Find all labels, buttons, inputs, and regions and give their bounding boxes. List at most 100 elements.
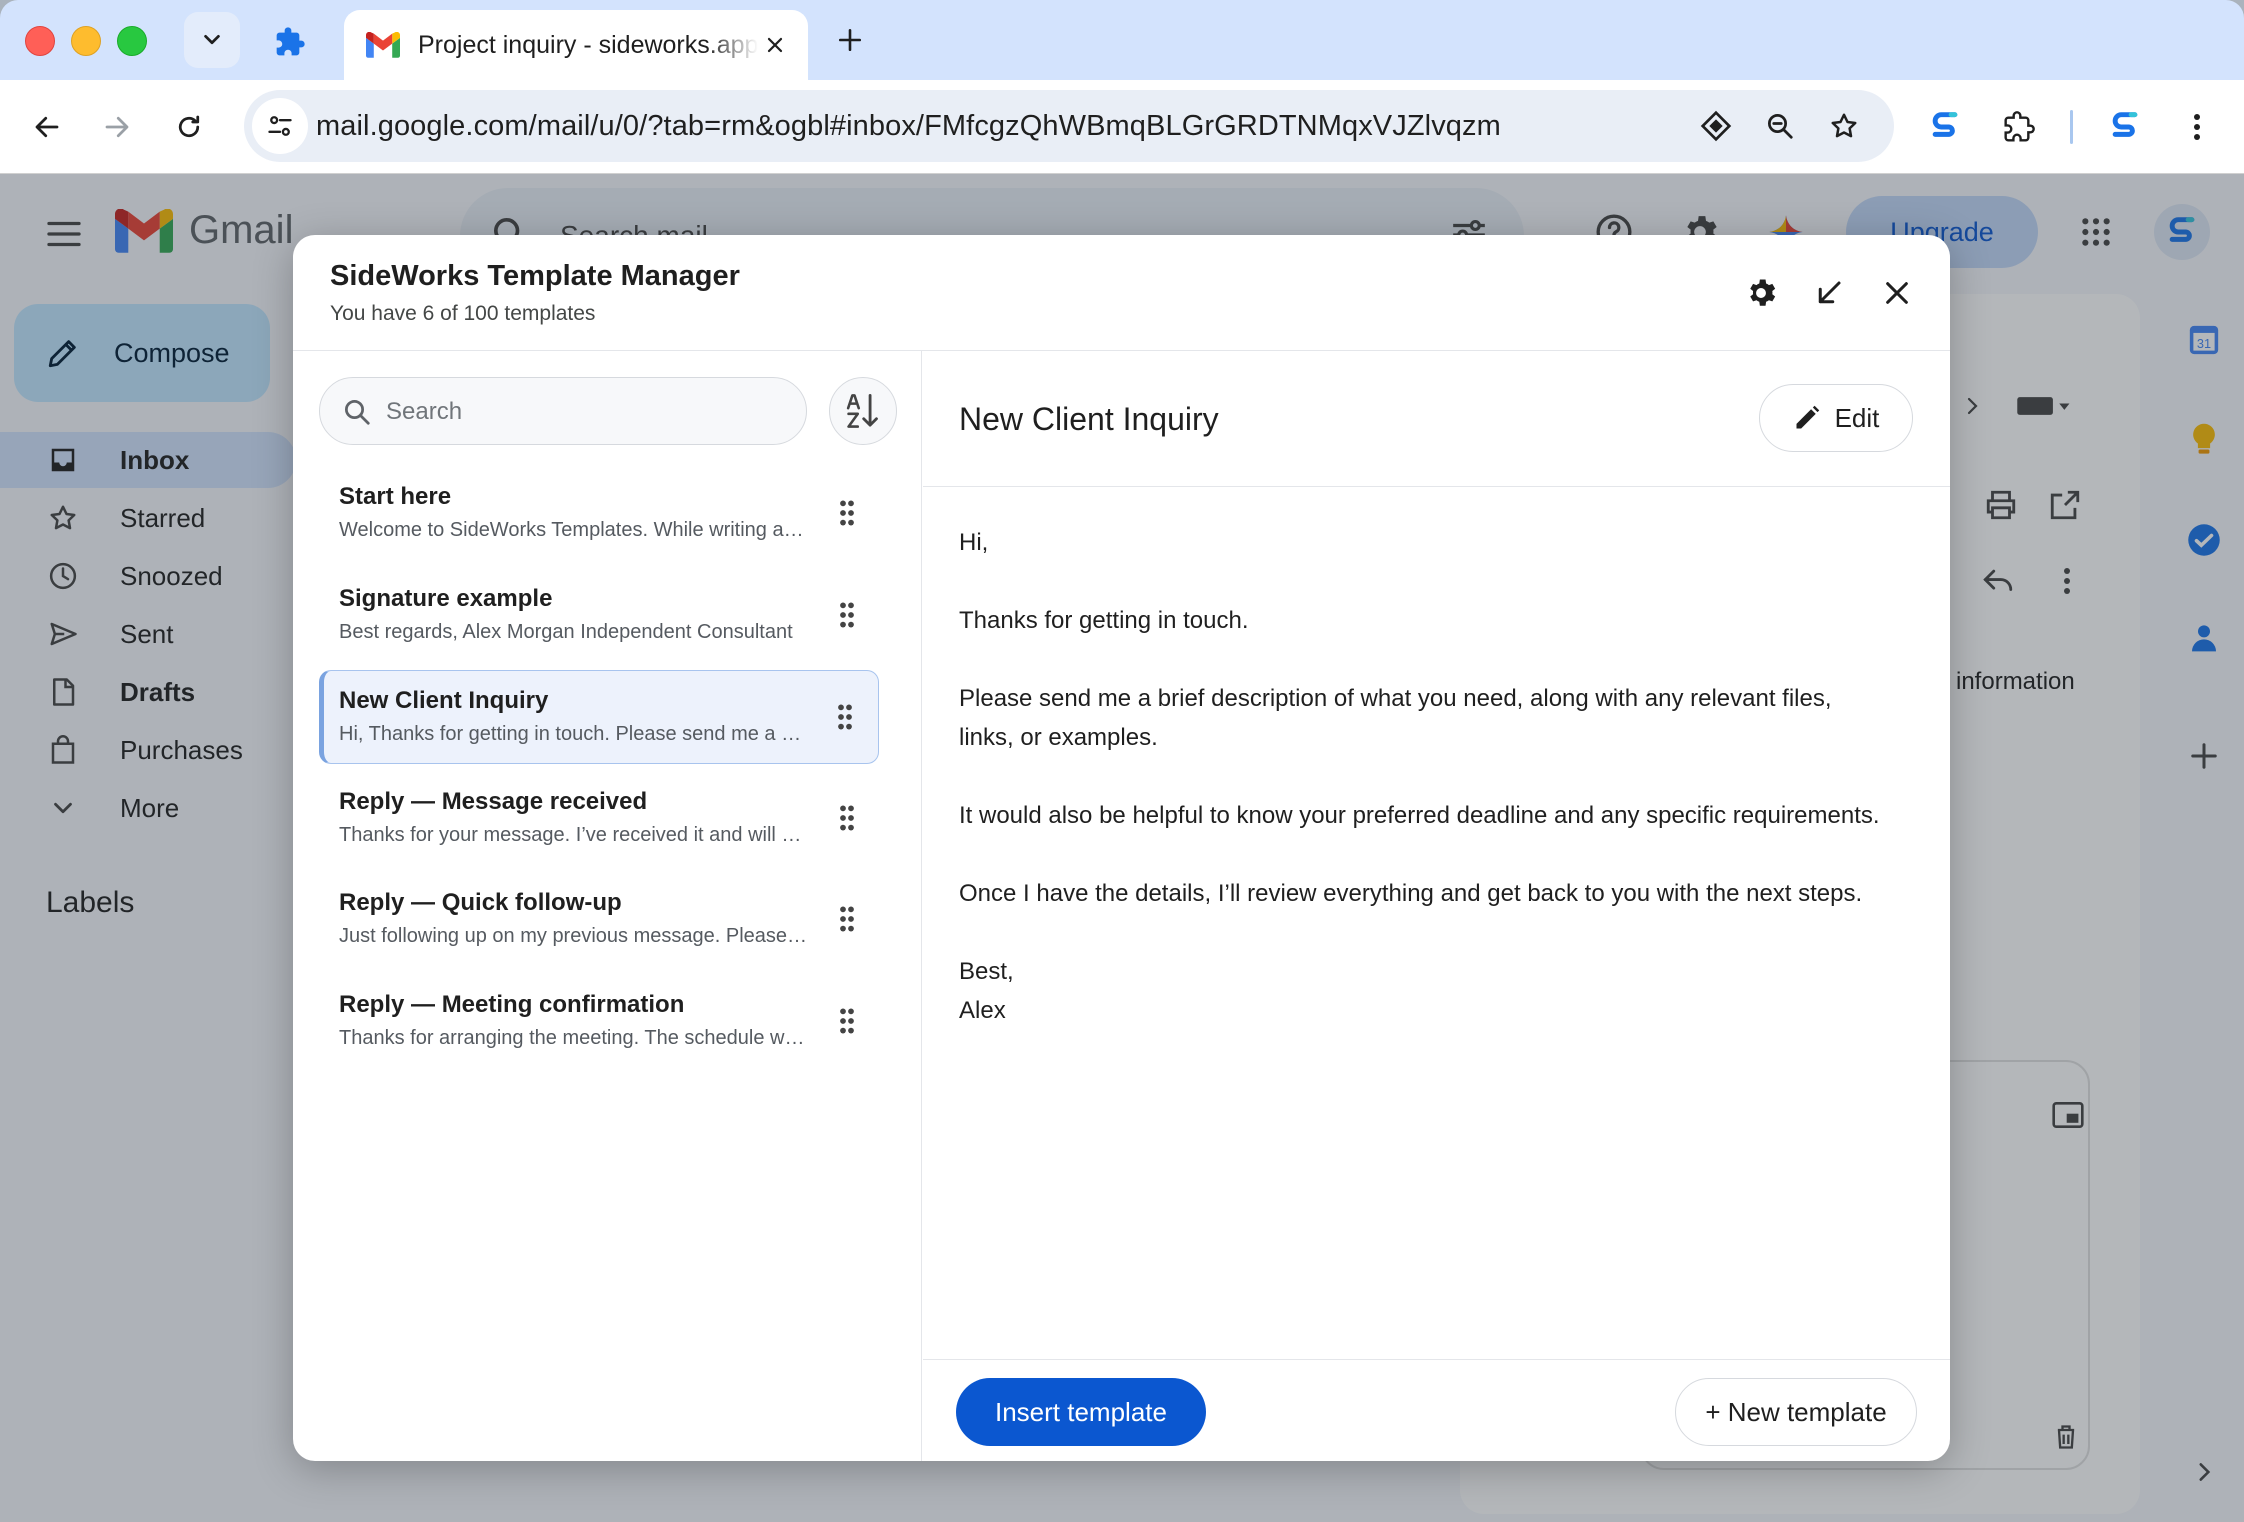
template-preview: Thanks for your message. I’ve received i… [339,824,809,846]
bookmark-button[interactable] [1824,106,1864,146]
more-vert-icon [2194,114,2200,140]
star-outline-icon [1831,113,1857,138]
template-preview: Welcome to SideWorks Templates. While wr… [339,519,809,541]
template-preview-panel: New Client Inquiry Edit Hi, Thanks for g… [923,351,1950,1461]
extension-puzzle-button[interactable] [268,20,312,64]
template-search-box[interactable] [319,377,807,445]
template-body: Hi, Thanks for getting in touch. Please … [959,523,1889,1069]
template-count: You have 6 of 100 templates [330,302,596,325]
drag-handle-icon [840,500,854,526]
template-preview: Best regards, Alex Morgan Independent Co… [339,621,793,643]
toolbar-divider [2070,110,2073,144]
zoom-button[interactable] [1760,106,1800,146]
edit-template-button[interactable]: Edit [1759,384,1913,452]
sideworks-extension-button[interactable] [1920,102,1970,152]
dialog-header: SideWorks Template Manager You have 6 of… [293,235,1950,351]
sort-alpha-icon [846,393,878,428]
template-item[interactable]: Reply — Quick follow-up Just following u… [319,873,879,967]
close-icon [1886,282,1908,304]
template-name: Reply — Message received [339,788,648,815]
plus-icon [838,28,862,52]
drag-handle[interactable] [829,597,865,633]
collapse-arrow-icon [1818,281,1841,304]
window-maximize-button[interactable] [117,26,147,56]
dialog-footer: Insert template + New template [923,1359,1950,1461]
drag-handle-icon [840,805,854,831]
drag-handle[interactable] [829,495,865,531]
tab-close-button[interactable] [760,30,790,60]
template-item-selected[interactable]: New Client Inquiry Hi, Thanks for gettin… [319,670,879,764]
sideworks-profile-button[interactable] [2100,102,2150,152]
pencil-icon [1796,405,1819,429]
edit-label: Edit [1834,402,1880,433]
diamond-icon [1700,110,1732,142]
template-name: Reply — Meeting confirmation [339,991,685,1018]
drag-handle-icon [838,704,852,730]
collapse-dialog-button[interactable] [1808,272,1850,314]
browser-tabstrip: Project inquiry - sideworks.app [0,0,2244,80]
tab-search-button[interactable] [184,12,240,68]
body-paragraph: Once I have the details, I’ll review eve… [959,880,1863,907]
body-paragraph: Please send me a brief description of wh… [959,685,1832,751]
preview-title: New Client Inquiry [959,401,1219,437]
back-button[interactable] [22,102,72,152]
url-text[interactable]: mail.google.com/mail/u/0/?tab=rm&ogbl#in… [316,110,1501,143]
sideworks-logo-icon [2112,112,2138,137]
template-name: New Client Inquiry [339,687,549,714]
dialog-title: SideWorks Template Manager [330,260,740,292]
arrow-right-icon [105,116,129,138]
sideworks-logo-icon [1932,112,1958,137]
browser-tab-active[interactable]: Project inquiry - sideworks.app [344,10,808,80]
dialog-settings-button[interactable] [1740,272,1782,314]
reload-icon [178,115,200,138]
new-tab-button[interactable] [830,20,870,60]
address-bar[interactable]: mail.google.com/mail/u/0/?tab=rm&ogbl#in… [244,90,1894,162]
puzzle-outline-icon [2004,111,2035,142]
site-info-button[interactable] [252,98,308,154]
new-template-button[interactable]: + New template [1675,1378,1917,1446]
template-item[interactable]: Signature example Best regards, Alex Mor… [319,569,879,663]
template-search-input[interactable] [386,394,786,430]
drag-handle[interactable] [829,800,865,836]
reload-button[interactable] [164,102,214,152]
template-name: Start here [339,483,452,510]
drag-handle-icon [840,1008,854,1034]
forward-button[interactable] [92,102,142,152]
preview-header: New Client Inquiry Edit [923,351,1950,487]
template-preview: Hi, Thanks for getting in touch. Please … [339,723,809,745]
template-preview: Just following up on my previous message… [339,925,809,947]
template-item[interactable]: Reply — Message received Thanks for your… [319,772,879,866]
sort-templates-button[interactable] [829,377,897,445]
template-name: Signature example [339,585,553,612]
window-minimize-button[interactable] [71,26,101,56]
puzzle-icon [276,27,305,56]
window-close-button[interactable] [25,26,55,56]
search-icon [345,400,370,425]
body-signoff: Best, Alex [959,958,1014,1024]
close-dialog-button[interactable] [1876,272,1918,314]
extension-diamond-button[interactable] [1696,106,1736,146]
body-paragraph: Thanks for getting in touch. [959,607,1249,634]
template-item[interactable]: Reply — Meeting confirmation Thanks for … [319,975,879,1069]
template-item[interactable]: Start here Welcome to SideWorks Template… [319,467,879,561]
close-icon [767,37,783,53]
drag-handle[interactable] [827,699,863,735]
drag-handle-icon [840,602,854,628]
template-manager-dialog: SideWorks Template Manager You have 6 of… [293,235,1950,1461]
drag-handle-icon [840,906,854,932]
drag-handle[interactable] [829,1003,865,1039]
gmail-favicon-icon [366,32,400,58]
browser-menu-button[interactable] [2172,102,2222,152]
template-name: Reply — Quick follow-up [339,889,622,916]
body-paragraph: It would also be helpful to know your pr… [959,802,1880,829]
zoom-icon [1768,114,1793,139]
drag-handle[interactable] [829,901,865,937]
body-paragraph: Hi, [959,529,989,556]
tune-icon [268,116,292,136]
chevron-down-icon [204,34,220,45]
browser-toolbar: mail.google.com/mail/u/0/?tab=rm&ogbl#in… [0,80,2244,174]
insert-template-button[interactable]: Insert template [956,1378,1206,1446]
template-list-panel: Start here Welcome to SideWorks Template… [293,351,922,1461]
arrow-left-icon [35,116,59,138]
extensions-button[interactable] [1994,102,2044,152]
